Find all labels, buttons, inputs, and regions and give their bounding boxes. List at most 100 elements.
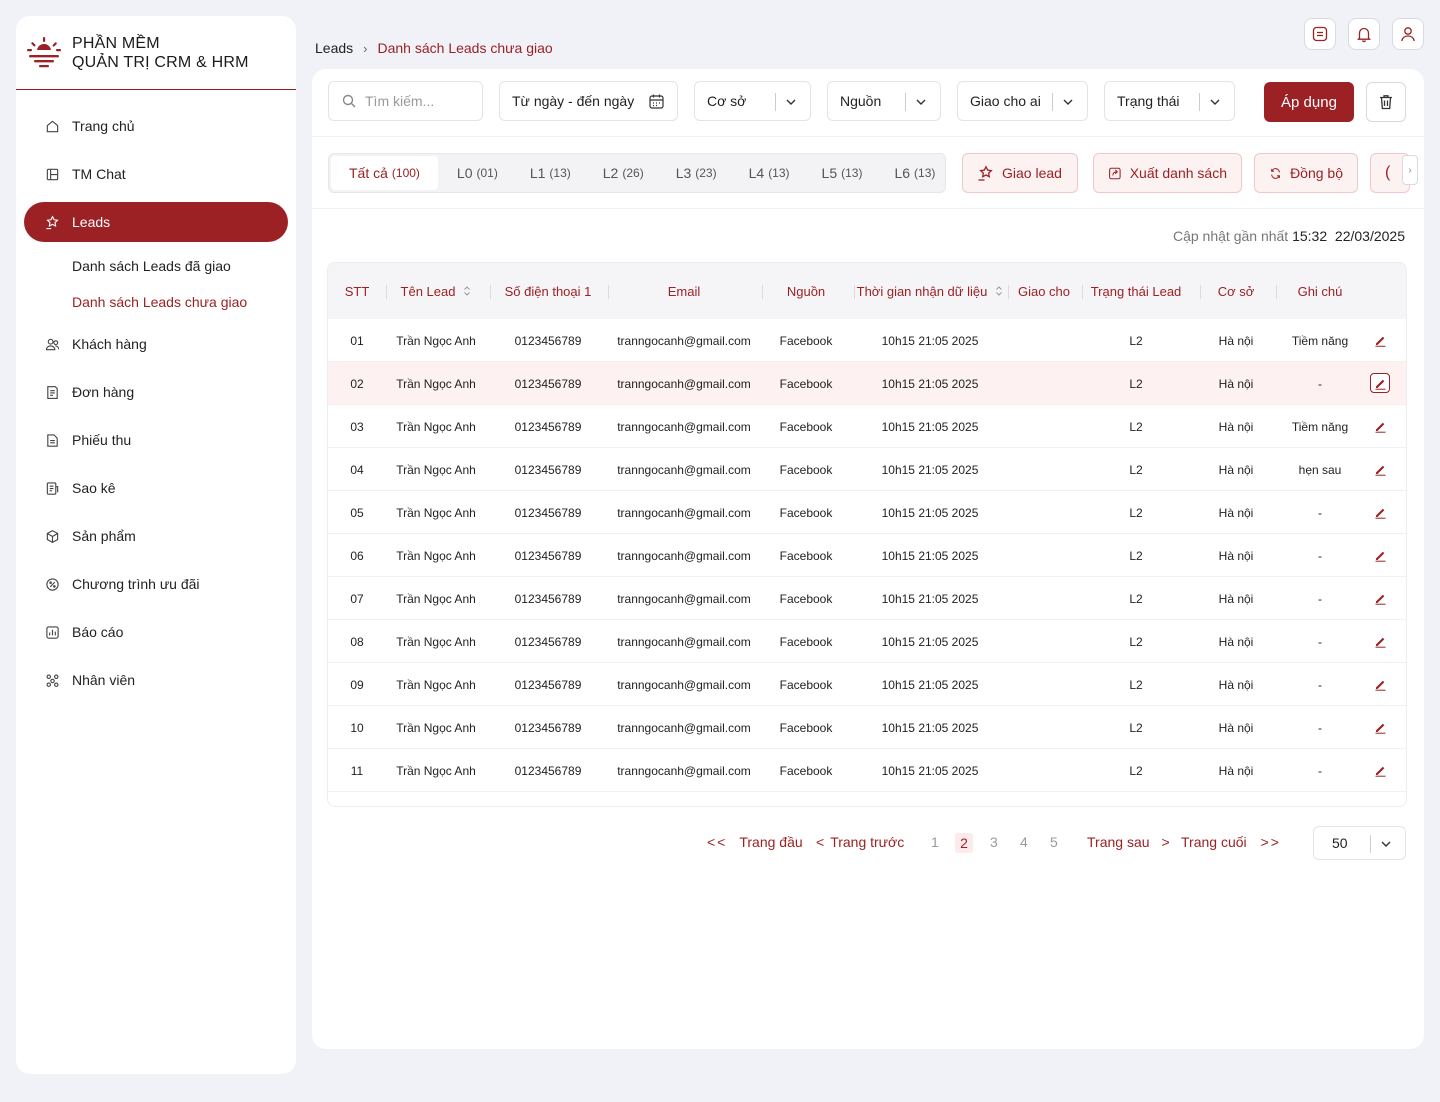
co-so-select[interactable]: Cơ sở	[694, 81, 811, 121]
edit-button[interactable]	[1370, 588, 1390, 608]
edit-button[interactable]	[1370, 416, 1390, 436]
edit-button[interactable]	[1370, 631, 1390, 651]
sidebar-subitem-leads-da-giao[interactable]: Danh sách Leads đã giao	[16, 248, 296, 284]
table-row[interactable]: 11 Trần Ngọc Anh 0123456789 tranngocanh@gma…	[328, 749, 1406, 792]
divider	[312, 136, 1424, 137]
user-button[interactable]	[1392, 18, 1424, 50]
table-row[interactable]: 07 Trần Ngọc Anh 0123456789 tranngocanh@gma…	[328, 577, 1406, 620]
last-updated: Cập nhật gần nhất 15:32 22/03/2025	[1173, 228, 1405, 244]
table-row[interactable]: 06 Trần Ngọc Anh 0123456789 tranngocanh@gma…	[328, 534, 1406, 577]
per-page-value: 50	[1332, 835, 1348, 851]
prev-page-button[interactable]: < Trang trước	[816, 834, 904, 850]
chevron-down-icon	[786, 99, 796, 105]
table-row[interactable]: 05 Trần Ngọc Anh 0123456789 tranngocanh@gma…	[328, 491, 1406, 534]
trang-thai-select[interactable]: Trạng thái	[1104, 81, 1235, 121]
page-2[interactable]: 2	[955, 833, 973, 853]
sync-button[interactable]: Đồng bộ	[1254, 153, 1358, 193]
table-row[interactable]: 09 Trần Ngọc Anh 0123456789 tranngocanh@gma…	[328, 663, 1406, 706]
sidebar-item-label: Sao kê	[72, 480, 116, 496]
cell-giao-cho	[1008, 362, 1080, 405]
sidebar-item-sao-ke[interactable]: Sao kê	[24, 468, 288, 508]
apply-button[interactable]: Áp dụng	[1264, 82, 1354, 122]
select-divider	[1199, 93, 1200, 111]
cell-giao-cho	[1008, 620, 1080, 663]
table-row[interactable]: 01 Trần Ngọc Anh 0123456789 tranngocanh@gma…	[328, 319, 1406, 362]
edit-button[interactable]	[1370, 760, 1390, 780]
message-button[interactable]	[1304, 18, 1336, 50]
sidebar-item-san-pham[interactable]: Sản phẩm	[24, 516, 288, 556]
edit-button[interactable]	[1370, 330, 1390, 350]
tab-l3[interactable]: L3 (23)	[665, 156, 728, 190]
last-page-button[interactable]: Trang cuối >>	[1181, 834, 1281, 850]
cell-email: tranngocanh@gmail.com	[617, 677, 751, 692]
tab-l5[interactable]: L5 (13)	[811, 156, 874, 190]
date-range-picker[interactable]: Từ ngày - đến ngày	[499, 81, 678, 121]
cell-email: tranngocanh@gmail.com	[617, 505, 751, 520]
last-page-label: Trang cuối	[1181, 834, 1247, 850]
giao-cho-select[interactable]: Giao cho ai	[957, 81, 1088, 121]
edit-button[interactable]	[1370, 717, 1390, 737]
clear-filter-button[interactable]	[1366, 82, 1406, 122]
next-page-button[interactable]: Trang sau >	[1087, 834, 1170, 850]
column-header-thoi-gian[interactable]: Thời gian nhận dữ liệu	[854, 263, 1006, 319]
double-chevron-right-icon: >>	[1260, 834, 1281, 850]
sidebar-item-nhan-vien[interactable]: Nhân viên	[24, 660, 288, 700]
report-icon	[44, 624, 60, 640]
brand-name: PHẦN MỀM QUẢN TRỊ CRM & HRM	[72, 34, 249, 72]
table-row[interactable]: 02 Trần Ngọc Anh 0123456789 tranngocanh@gma…	[328, 362, 1406, 405]
edit-button[interactable]	[1370, 545, 1390, 565]
nguon-select[interactable]: Nguồn	[827, 81, 941, 121]
sidebar-item-don-hang[interactable]: Đơn hàng	[24, 372, 288, 412]
edit-button[interactable]	[1370, 502, 1390, 522]
table-row[interactable]: 10 Trần Ngọc Anh 0123456789 tranngocanh@gma…	[328, 706, 1406, 749]
cell-ten-lead: Trần Ngọc Anh	[396, 419, 476, 434]
first-page-label: Trang đầu	[739, 834, 803, 850]
table-row[interactable]: 03 Trần Ngọc Anh 0123456789 tranngocanh@gma…	[328, 405, 1406, 448]
edit-icon	[1375, 723, 1385, 734]
sidebar-item-tm-chat[interactable]: TM Chat	[24, 154, 288, 194]
brand-line-1: PHẦN MỀM	[72, 34, 160, 52]
page-1[interactable]: 1	[931, 834, 939, 850]
box-icon	[44, 528, 60, 544]
cell-email: tranngocanh@gmail.com	[617, 333, 751, 348]
cell-trang-thai: L2	[1129, 505, 1143, 520]
tab-l1[interactable]: L1 (13)	[519, 156, 582, 190]
sidebar-item-bao-cao[interactable]: Báo cáo	[24, 612, 288, 652]
tab-l2[interactable]: L2 (26)	[592, 156, 655, 190]
sidebar-item-chuong-trinh-uu-dai[interactable]: Chương trình ưu đãi	[24, 564, 288, 604]
per-page-select[interactable]: 50	[1313, 826, 1406, 860]
sort-icon	[464, 286, 471, 296]
breadcrumb-root[interactable]: Leads	[315, 40, 353, 56]
giao-lead-button[interactable]: Giao lead	[962, 153, 1078, 193]
calendar-icon	[649, 94, 664, 109]
cell-stt: 07	[350, 591, 364, 606]
tab-l4[interactable]: L4 (13)	[738, 156, 801, 190]
tab-l0[interactable]: L0 (01)	[446, 156, 509, 190]
sidebar-item-khach-hang[interactable]: Khách hàng	[24, 324, 288, 364]
cell-stt: 01	[350, 333, 364, 348]
page-3[interactable]: 3	[990, 834, 998, 850]
edit-button[interactable]	[1370, 459, 1390, 479]
tab-all[interactable]: Tất cả (100)	[331, 156, 438, 190]
tab-l6[interactable]: L6 (13)	[883, 156, 946, 190]
edit-button[interactable]	[1370, 674, 1390, 694]
sidebar-subitem-leads-chua-giao[interactable]: Danh sách Leads chưa giao	[16, 284, 296, 320]
notification-button[interactable]	[1348, 18, 1380, 50]
table-row[interactable]: 08 Trần Ngọc Anh 0123456789 tranngocanh@gma…	[328, 620, 1406, 663]
first-page-button[interactable]: << Trang đầu	[707, 834, 803, 850]
tab-count: (13)	[549, 166, 571, 180]
sidebar-item-leads[interactable]: Leads	[24, 202, 288, 242]
page-4[interactable]: 4	[1020, 834, 1028, 850]
page-5[interactable]: 5	[1050, 834, 1058, 850]
export-button[interactable]: Xuất danh sách	[1093, 153, 1242, 193]
table-row[interactable]: 04 Trần Ngọc Anh 0123456789 tranngocanh@gma…	[328, 448, 1406, 491]
search-input[interactable]: Tìm kiếm...	[328, 81, 483, 121]
cell-trang-thai: L2	[1129, 763, 1143, 778]
edit-button[interactable]	[1370, 373, 1390, 393]
cell-ten-lead: Trần Ngọc Anh	[396, 763, 476, 778]
scroll-right-button[interactable]: ›	[1402, 155, 1418, 185]
sidebar-item-phieu-thu[interactable]: Phiếu thu	[24, 420, 288, 460]
sidebar-item-trang-chu[interactable]: Trang chủ	[24, 106, 288, 146]
prev-page-label: Trang trước	[830, 834, 905, 850]
column-header-ten-lead[interactable]: Tên Lead	[386, 263, 486, 319]
